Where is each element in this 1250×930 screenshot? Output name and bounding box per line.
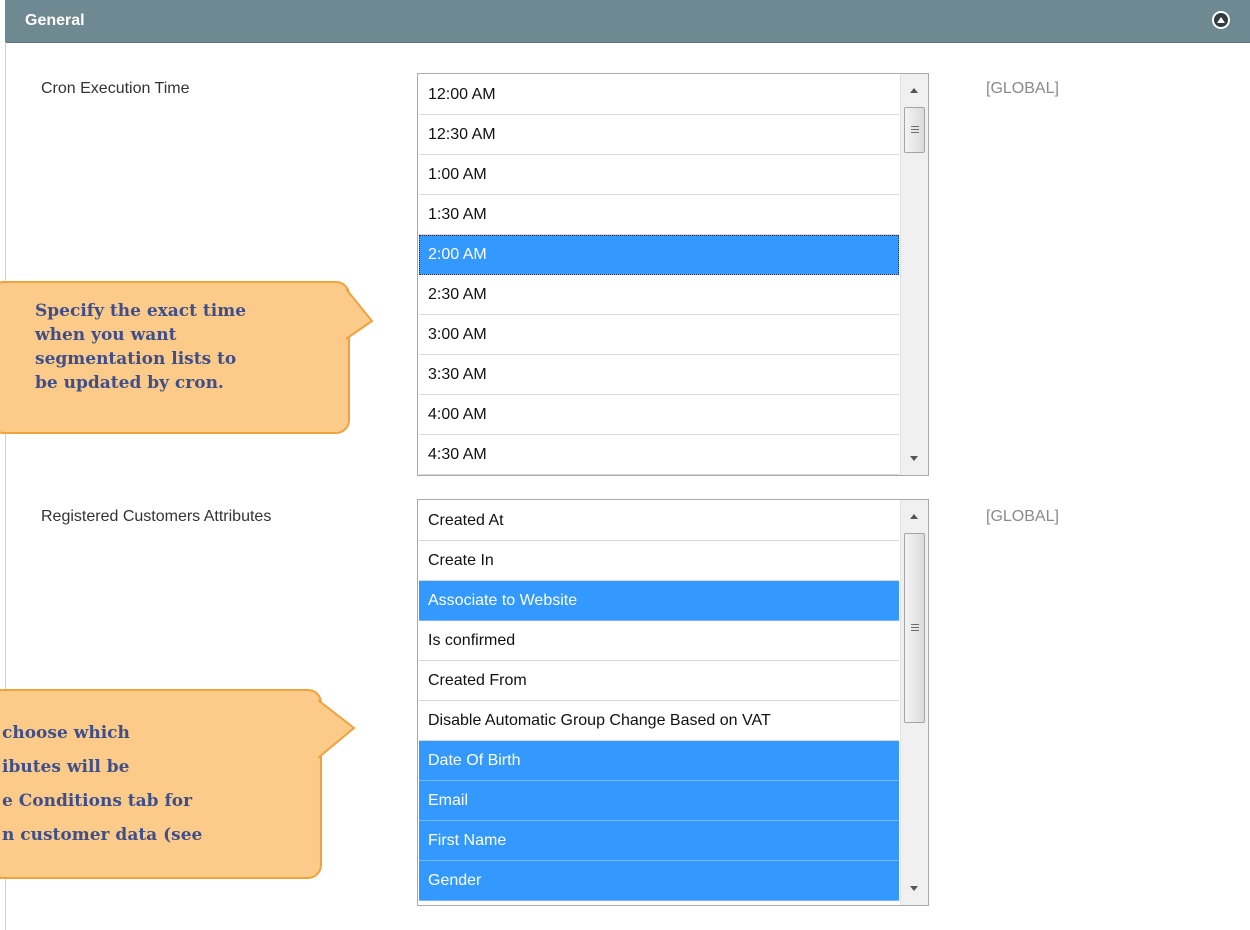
cron-scrollbar[interactable]: [900, 74, 928, 475]
select-option[interactable]: 12:00 AM: [419, 75, 899, 115]
scroll-up-arrow-icon[interactable]: [910, 88, 918, 93]
cron-tooltip-callout: Specify the exact time when you want seg…: [0, 281, 350, 434]
select-option[interactable]: Gender: [419, 861, 899, 901]
cron-scope-label: [GLOBAL]: [986, 80, 1059, 97]
select-option[interactable]: 12:30 AM: [419, 115, 899, 155]
select-option[interactable]: 1:30 AM: [419, 195, 899, 235]
cron-execution-time-select[interactable]: 4:30 AM 4:00 AM 3:30 AM 3:00 AM 2:30 AM 2:00 …: [417, 73, 929, 476]
select-option[interactable]: Disable Automatic Group Change Based on …: [419, 701, 899, 741]
scroll-down-arrow-icon[interactable]: [910, 886, 918, 891]
select-option[interactable]: Create In: [419, 541, 899, 581]
scroll-down-arrow-icon[interactable]: [910, 456, 918, 461]
cron-tooltip-text: Specify the exact time when you want seg…: [35, 301, 247, 393]
select-option[interactable]: 2:30 AM: [419, 275, 899, 315]
select-option[interactable]: Is confirmed: [419, 621, 899, 661]
attributes-tooltip-text: choose which ibutes will be e Conditions…: [2, 723, 203, 845]
attributes-scrollbar[interactable]: [900, 500, 928, 905]
cron-callout-pointer: [346, 288, 374, 340]
scrollbar-thumb[interactable]: [904, 107, 925, 153]
select-option[interactable]: Date Of Birth: [419, 741, 899, 781]
select-option[interactable]: Created At: [419, 501, 899, 541]
select-option[interactable]: 4:00 AM: [419, 395, 899, 435]
select-option[interactable]: 4:30 AM: [419, 435, 899, 475]
select-option[interactable]: 1:00 AM: [419, 155, 899, 195]
scrollbar-thumb[interactable]: [904, 533, 925, 723]
attributes-callout-pointer: [318, 699, 356, 759]
select-option[interactable]: Associate to Website: [419, 581, 899, 621]
select-option[interactable]: Email: [419, 781, 899, 821]
attributes-tooltip-callout: choose which ibutes will be e Conditions…: [0, 689, 322, 879]
select-option[interactable]: 2:00 AM: [419, 235, 899, 275]
cron-execution-time-label: Cron Execution Time: [41, 80, 190, 97]
select-option[interactable]: Created From: [419, 661, 899, 701]
attributes-scope-label: [GLOBAL]: [986, 508, 1059, 525]
select-option[interactable]: 3:00 AM: [419, 315, 899, 355]
select-option[interactable]: 3:30 AM: [419, 355, 899, 395]
select-option[interactable]: First Name: [419, 821, 899, 861]
scroll-up-arrow-icon[interactable]: [910, 514, 918, 519]
registered-customers-attributes-label: Registered Customers Attributes: [41, 508, 272, 525]
collapse-icon[interactable]: [1212, 11, 1230, 29]
section-title: General: [25, 12, 85, 29]
section-header[interactable]: General: [5, 0, 1250, 43]
registered-customers-attributes-select[interactable]: Gender First Name Email Date Of Birth Disabl…: [417, 499, 929, 906]
